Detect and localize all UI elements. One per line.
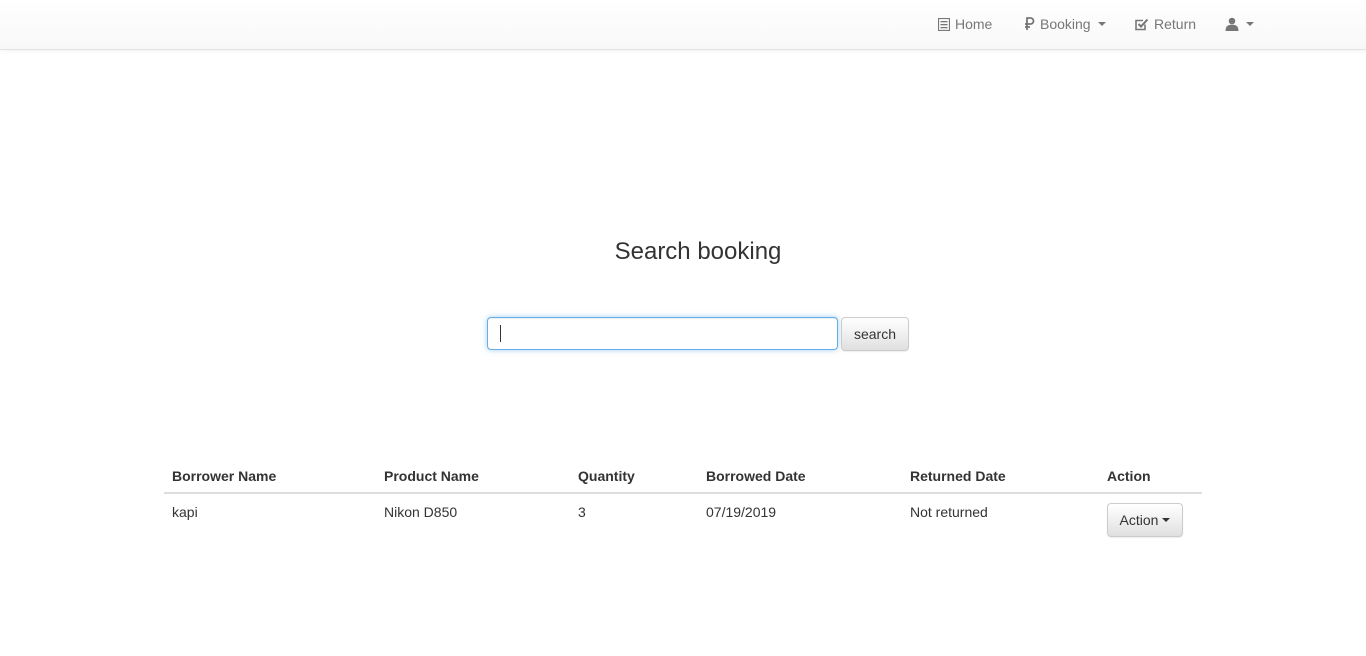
nav-booking-dropdown[interactable]: Booking bbox=[1024, 0, 1106, 48]
check-square-icon bbox=[1135, 18, 1149, 30]
chevron-down-icon bbox=[1162, 518, 1171, 522]
table-row: kapi Nikon D850 3 07/19/2019 Not returne… bbox=[164, 493, 1202, 545]
column-header-action: Action bbox=[1099, 456, 1202, 494]
top-navbar: Home Booking Return bbox=[0, 0, 1366, 50]
column-header-quantity: Quantity bbox=[570, 456, 698, 494]
cell-product-name: Nikon D850 bbox=[384, 504, 458, 520]
nav-home-label: Home bbox=[955, 16, 993, 32]
column-header-product-name: Product Name bbox=[376, 456, 570, 494]
user-icon bbox=[1225, 17, 1239, 31]
cell-action: Action bbox=[1099, 493, 1202, 545]
column-header-returned-date: Returned Date bbox=[902, 456, 1099, 494]
nav-booking-label: Booking bbox=[1040, 16, 1091, 32]
nav-return[interactable]: Return bbox=[1135, 0, 1196, 48]
chevron-down-icon bbox=[1246, 22, 1254, 26]
action-dropdown-button[interactable]: Action bbox=[1107, 503, 1183, 537]
page-title: Search booking bbox=[614, 238, 782, 265]
cell-borrower-name: kapi bbox=[172, 504, 198, 520]
column-header-borrower-name: Borrower Name bbox=[164, 456, 376, 494]
cell-returned-date: Not returned bbox=[910, 504, 988, 520]
search-button[interactable]: search bbox=[841, 317, 909, 351]
action-button-label: Action bbox=[1119, 512, 1159, 528]
column-header-borrowed-date: Borrowed Date bbox=[698, 456, 902, 494]
text-cursor bbox=[500, 325, 501, 342]
ruble-icon bbox=[1025, 17, 1035, 30]
chevron-down-icon bbox=[1097, 22, 1106, 26]
nav-return-label: Return bbox=[1154, 16, 1197, 32]
cell-borrowed-date: 07/19/2019 bbox=[706, 504, 777, 520]
list-alt-icon bbox=[938, 17, 950, 31]
cell-quantity: 3 bbox=[578, 504, 586, 520]
search-input[interactable] bbox=[487, 317, 838, 350]
table-header-row: Borrower Name Product Name Quantity Borr… bbox=[164, 456, 1202, 494]
bookings-table: Borrower Name Product Name Quantity Borr… bbox=[164, 456, 1202, 545]
nav-home[interactable]: Home bbox=[938, 0, 992, 48]
nav-user-dropdown[interactable] bbox=[1225, 0, 1254, 48]
